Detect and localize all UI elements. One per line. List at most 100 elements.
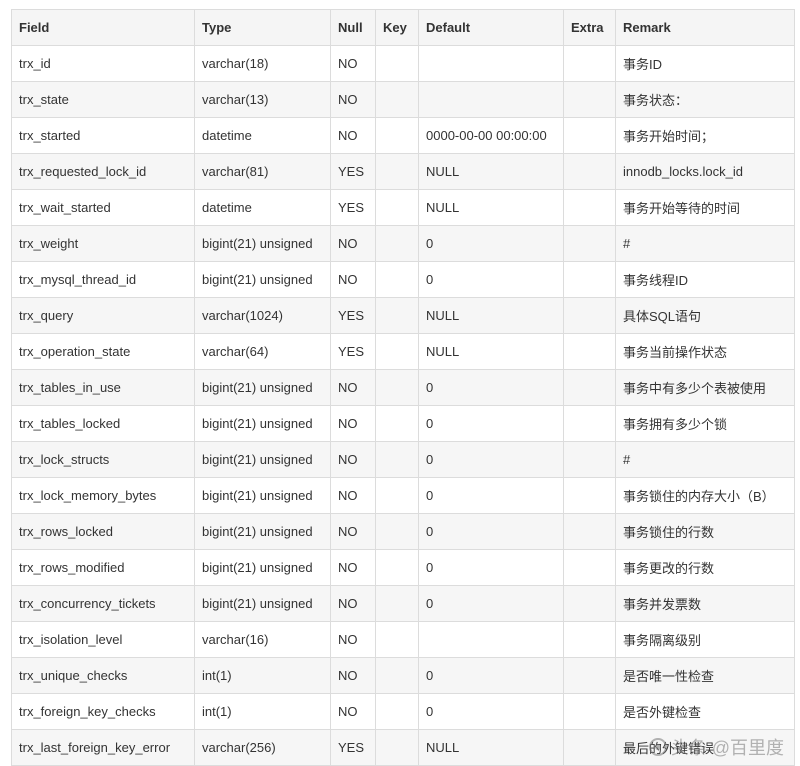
cell-type: varchar(256) (194, 729, 331, 766)
cell-extra (563, 405, 616, 442)
table-row: trx_unique_checks int(1) NO 0 是否唯一性检查 (11, 657, 795, 694)
cell-type: varchar(64) (194, 333, 331, 370)
cell-key (375, 513, 419, 550)
cell-remark: 事务线程ID (615, 261, 795, 298)
table-row: trx_tables_locked bigint(21) unsigned NO 0 事… (11, 405, 795, 442)
cell-key (375, 693, 419, 730)
cell-key (375, 189, 419, 226)
cell-extra (563, 585, 616, 622)
table-row: trx_lock_structs bigint(21) unsigned NO 0 # (11, 441, 795, 478)
cell-field: trx_foreign_key_checks (11, 693, 195, 730)
cell-field: trx_id (11, 45, 195, 82)
table-row: trx_id varchar(18) NO 事务ID (11, 45, 795, 82)
cell-null: NO (330, 549, 376, 586)
cell-field: trx_operation_state (11, 333, 195, 370)
cell-key (375, 225, 419, 262)
cell-key (375, 117, 419, 154)
cell-null: NO (330, 45, 376, 82)
cell-extra (563, 117, 616, 154)
cell-field: trx_lock_structs (11, 441, 195, 478)
cell-field: trx_last_foreign_key_error (11, 729, 195, 766)
cell-key (375, 405, 419, 442)
table-row: trx_tables_in_use bigint(21) unsigned NO 0 事… (11, 369, 795, 406)
cell-type: bigint(21) unsigned (194, 369, 331, 406)
cell-default (418, 45, 564, 82)
cell-type: bigint(21) unsigned (194, 225, 331, 262)
cell-key (375, 441, 419, 478)
table-header: Field Type Null Key Default Extra Remark (11, 9, 795, 46)
cell-null: NO (330, 477, 376, 514)
cell-remark: 具体SQL语句 (615, 297, 795, 334)
cell-type: varchar(13) (194, 81, 331, 118)
cell-key (375, 153, 419, 190)
cell-field: trx_state (11, 81, 195, 118)
cell-type: int(1) (194, 693, 331, 730)
table-body: trx_id varchar(18) NO 事务ID trx_state varchar(… (11, 45, 795, 766)
cell-remark: 事务更改的行数 (615, 549, 795, 586)
cell-default: 0 (418, 657, 564, 694)
cell-default: 0 (418, 549, 564, 586)
cell-null: NO (330, 585, 376, 622)
cell-remark: 事务ID (615, 45, 795, 82)
cell-remark: 事务锁住的内存大小（B） (615, 477, 795, 514)
cell-remark: 事务开始时间； (615, 117, 795, 154)
cell-null: NO (330, 693, 376, 730)
cell-extra (563, 189, 616, 226)
cell-key (375, 261, 419, 298)
cell-type: bigint(21) unsigned (194, 477, 331, 514)
header-row: Field Type Null Key Default Extra Remark (11, 9, 795, 46)
cell-type: datetime (194, 189, 331, 226)
cell-remark: 事务当前操作状态 (615, 333, 795, 370)
cell-key (375, 657, 419, 694)
header-field: Field (11, 9, 195, 46)
cell-null: NO (330, 225, 376, 262)
cell-default: NULL (418, 153, 564, 190)
table-row: trx_rows_locked bigint(21) unsigned NO 0 事务锁… (11, 513, 795, 550)
cell-type: bigint(21) unsigned (194, 513, 331, 550)
table-row: trx_wait_started datetime YES NULL 事务开始等待的时间 (11, 189, 795, 226)
cell-field: trx_rows_modified (11, 549, 195, 586)
table-row: trx_rows_modified bigint(21) unsigned NO 0 事… (11, 549, 795, 586)
cell-default: 0 (418, 693, 564, 730)
cell-extra (563, 549, 616, 586)
cell-field: trx_weight (11, 225, 195, 262)
cell-null: YES (330, 333, 376, 370)
cell-default (418, 81, 564, 118)
cell-extra (563, 693, 616, 730)
cell-remark: 是否唯一性检查 (615, 657, 795, 694)
cell-type: varchar(81) (194, 153, 331, 190)
cell-remark: innodb_locks.lock_id (615, 153, 795, 190)
cell-default: 0 (418, 513, 564, 550)
cell-type: bigint(21) unsigned (194, 261, 331, 298)
cell-remark: 事务并发票数 (615, 585, 795, 622)
cell-default: 0 (418, 477, 564, 514)
cell-key (375, 297, 419, 334)
cell-key (375, 729, 419, 766)
cell-key (375, 621, 419, 658)
header-default: Default (418, 9, 564, 46)
cell-default: 0 (418, 405, 564, 442)
header-remark: Remark (615, 9, 795, 46)
cell-field: trx_lock_memory_bytes (11, 477, 195, 514)
cell-default: 0 (418, 585, 564, 622)
cell-type: datetime (194, 117, 331, 154)
cell-default: 0 (418, 369, 564, 406)
cell-field: trx_query (11, 297, 195, 334)
cell-null: NO (330, 81, 376, 118)
cell-key (375, 585, 419, 622)
cell-default: NULL (418, 297, 564, 334)
cell-key (375, 81, 419, 118)
table-row: trx_state varchar(13) NO 事务状态： (11, 81, 795, 118)
cell-field: trx_mysql_thread_id (11, 261, 195, 298)
cell-null: NO (330, 513, 376, 550)
table-row: trx_query varchar(1024) YES NULL 具体SQL语句 (11, 297, 795, 334)
table-row: trx_weight bigint(21) unsigned NO 0 # (11, 225, 795, 262)
header-key: Key (375, 9, 419, 46)
cell-default: NULL (418, 189, 564, 226)
header-type: Type (194, 9, 331, 46)
header-null: Null (330, 9, 376, 46)
cell-extra (563, 513, 616, 550)
cell-type: bigint(21) unsigned (194, 405, 331, 442)
cell-field: trx_rows_locked (11, 513, 195, 550)
cell-extra (563, 153, 616, 190)
